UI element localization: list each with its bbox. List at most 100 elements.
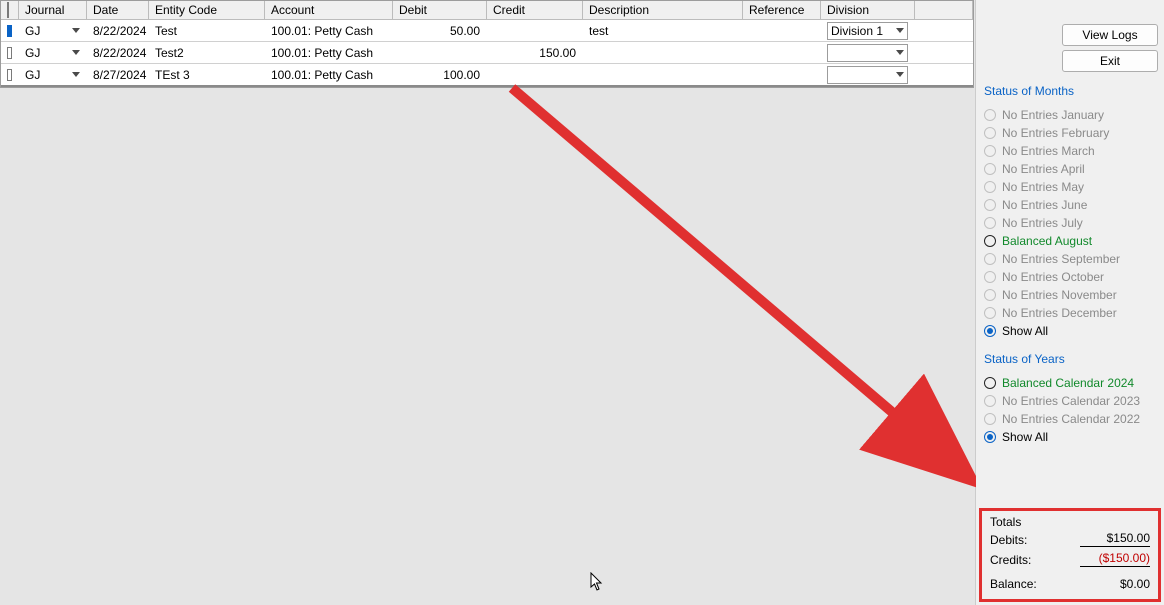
row-description[interactable]: test bbox=[583, 20, 743, 41]
row-reference[interactable] bbox=[743, 64, 821, 85]
row-debit[interactable]: 100.00 bbox=[393, 64, 487, 85]
division-select[interactable] bbox=[827, 66, 908, 84]
totals-debits-value: $150.00 bbox=[1080, 531, 1150, 547]
col-journal[interactable]: Journal bbox=[19, 1, 87, 19]
month-label: Show All bbox=[1002, 324, 1048, 338]
month-option: No Entries January bbox=[982, 106, 1158, 124]
col-date[interactable]: Date bbox=[87, 1, 149, 19]
col-debit[interactable]: Debit bbox=[393, 1, 487, 19]
row-debit[interactable]: 50.00 bbox=[393, 20, 487, 41]
row-journal[interactable]: GJ bbox=[19, 64, 87, 85]
year-option[interactable]: Show All bbox=[982, 428, 1158, 446]
journal-table-area: Journal Date Entity Code Account Debit C… bbox=[0, 0, 976, 605]
row-reference[interactable] bbox=[743, 42, 821, 63]
col-reference[interactable]: Reference bbox=[743, 1, 821, 19]
row-journal[interactable]: GJ bbox=[19, 42, 87, 63]
row-debit[interactable] bbox=[393, 42, 487, 63]
radio-icon bbox=[984, 289, 996, 301]
table-row[interactable]: GJ8/22/2024Test100.01: Petty Cash50.00 te… bbox=[1, 20, 973, 42]
row-credit[interactable] bbox=[487, 64, 583, 85]
row-date[interactable]: 8/22/2024 bbox=[87, 20, 149, 41]
chevron-down-icon[interactable] bbox=[72, 72, 80, 77]
radio-icon[interactable] bbox=[984, 431, 996, 443]
totals-balance-label: Balance: bbox=[990, 577, 1037, 591]
row-account[interactable]: 100.01: Petty Cash bbox=[265, 20, 393, 41]
grid-body: GJ8/22/2024Test100.01: Petty Cash50.00te… bbox=[1, 20, 973, 86]
row-entity[interactable]: Test2 bbox=[149, 42, 265, 63]
row-account[interactable]: 100.01: Petty Cash bbox=[265, 64, 393, 85]
row-entity[interactable]: Test bbox=[149, 20, 265, 41]
col-entity[interactable]: Entity Code bbox=[149, 1, 265, 19]
month-label: No Entries May bbox=[1002, 180, 1084, 194]
month-label: No Entries February bbox=[1002, 126, 1109, 140]
totals-heading: Totals bbox=[990, 515, 1150, 529]
col-description[interactable]: Description bbox=[583, 1, 743, 19]
totals-credits-value: ($150.00) bbox=[1080, 551, 1150, 567]
row-credit[interactable]: 150.00 bbox=[487, 42, 583, 63]
row-division[interactable]: Division 1 bbox=[821, 20, 915, 41]
row-extra bbox=[915, 20, 973, 41]
view-logs-button[interactable]: View Logs bbox=[1062, 24, 1158, 46]
row-checkbox[interactable] bbox=[7, 25, 12, 37]
months-section-title: Status of Months bbox=[984, 84, 1158, 98]
row-account[interactable]: 100.01: Petty Cash bbox=[265, 42, 393, 63]
radio-icon bbox=[984, 127, 996, 139]
division-select[interactable] bbox=[827, 44, 908, 62]
table-row[interactable]: GJ8/22/2024Test2100.01: Petty Cash 150.00 bbox=[1, 42, 973, 64]
months-list: No Entries January No Entries February No … bbox=[982, 106, 1158, 340]
header-checkbox[interactable] bbox=[7, 2, 9, 18]
row-division[interactable] bbox=[821, 42, 915, 63]
month-label: No Entries October bbox=[1002, 270, 1104, 284]
month-label: No Entries September bbox=[1002, 252, 1120, 266]
grid-header-row: Journal Date Entity Code Account Debit C… bbox=[1, 1, 973, 20]
month-option: No Entries May bbox=[982, 178, 1158, 196]
sidebar: View Logs Exit Status of Months No Entri… bbox=[976, 0, 1164, 605]
chevron-down-icon[interactable] bbox=[896, 72, 904, 77]
row-checkbox-cell[interactable] bbox=[1, 64, 19, 85]
month-label: Balanced August bbox=[1002, 234, 1092, 248]
chevron-down-icon[interactable] bbox=[72, 28, 80, 33]
radio-icon bbox=[984, 253, 996, 265]
row-division[interactable] bbox=[821, 64, 915, 85]
radio-icon[interactable] bbox=[984, 325, 996, 337]
chevron-down-icon[interactable] bbox=[896, 28, 904, 33]
month-option: No Entries March bbox=[982, 142, 1158, 160]
annotation-arrow bbox=[0, 0, 976, 605]
table-row[interactable]: GJ8/27/2024TEst 3100.01: Petty Cash100.0… bbox=[1, 64, 973, 86]
month-option: No Entries December bbox=[982, 304, 1158, 322]
row-checkbox[interactable] bbox=[7, 47, 12, 59]
radio-icon[interactable] bbox=[984, 377, 996, 389]
totals-debits-label: Debits: bbox=[990, 533, 1027, 547]
row-checkbox-cell[interactable] bbox=[1, 42, 19, 63]
row-description[interactable] bbox=[583, 42, 743, 63]
year-label: Balanced Calendar 2024 bbox=[1002, 376, 1134, 390]
year-option[interactable]: Balanced Calendar 2024 bbox=[982, 374, 1158, 392]
year-label: Show All bbox=[1002, 430, 1048, 444]
row-reference[interactable] bbox=[743, 20, 821, 41]
radio-icon bbox=[984, 109, 996, 121]
month-option: No Entries July bbox=[982, 214, 1158, 232]
col-division[interactable]: Division bbox=[821, 1, 915, 19]
row-entity[interactable]: TEst 3 bbox=[149, 64, 265, 85]
row-journal[interactable]: GJ bbox=[19, 20, 87, 41]
month-option[interactable]: Show All bbox=[982, 322, 1158, 340]
radio-icon bbox=[984, 271, 996, 283]
row-checkbox-cell[interactable] bbox=[1, 20, 19, 41]
row-credit[interactable] bbox=[487, 20, 583, 41]
month-option: No Entries June bbox=[982, 196, 1158, 214]
month-label: No Entries December bbox=[1002, 306, 1117, 320]
col-credit[interactable]: Credit bbox=[487, 1, 583, 19]
month-label: No Entries April bbox=[1002, 162, 1085, 176]
row-checkbox[interactable] bbox=[7, 69, 12, 81]
radio-icon[interactable] bbox=[984, 235, 996, 247]
row-date[interactable]: 8/22/2024 bbox=[87, 42, 149, 63]
header-checkbox-cell[interactable] bbox=[1, 1, 19, 19]
row-date[interactable]: 8/27/2024 bbox=[87, 64, 149, 85]
division-select[interactable]: Division 1 bbox=[827, 22, 908, 40]
row-description[interactable] bbox=[583, 64, 743, 85]
exit-button[interactable]: Exit bbox=[1062, 50, 1158, 72]
chevron-down-icon[interactable] bbox=[896, 50, 904, 55]
col-account[interactable]: Account bbox=[265, 1, 393, 19]
month-option[interactable]: Balanced August bbox=[982, 232, 1158, 250]
chevron-down-icon[interactable] bbox=[72, 50, 80, 55]
